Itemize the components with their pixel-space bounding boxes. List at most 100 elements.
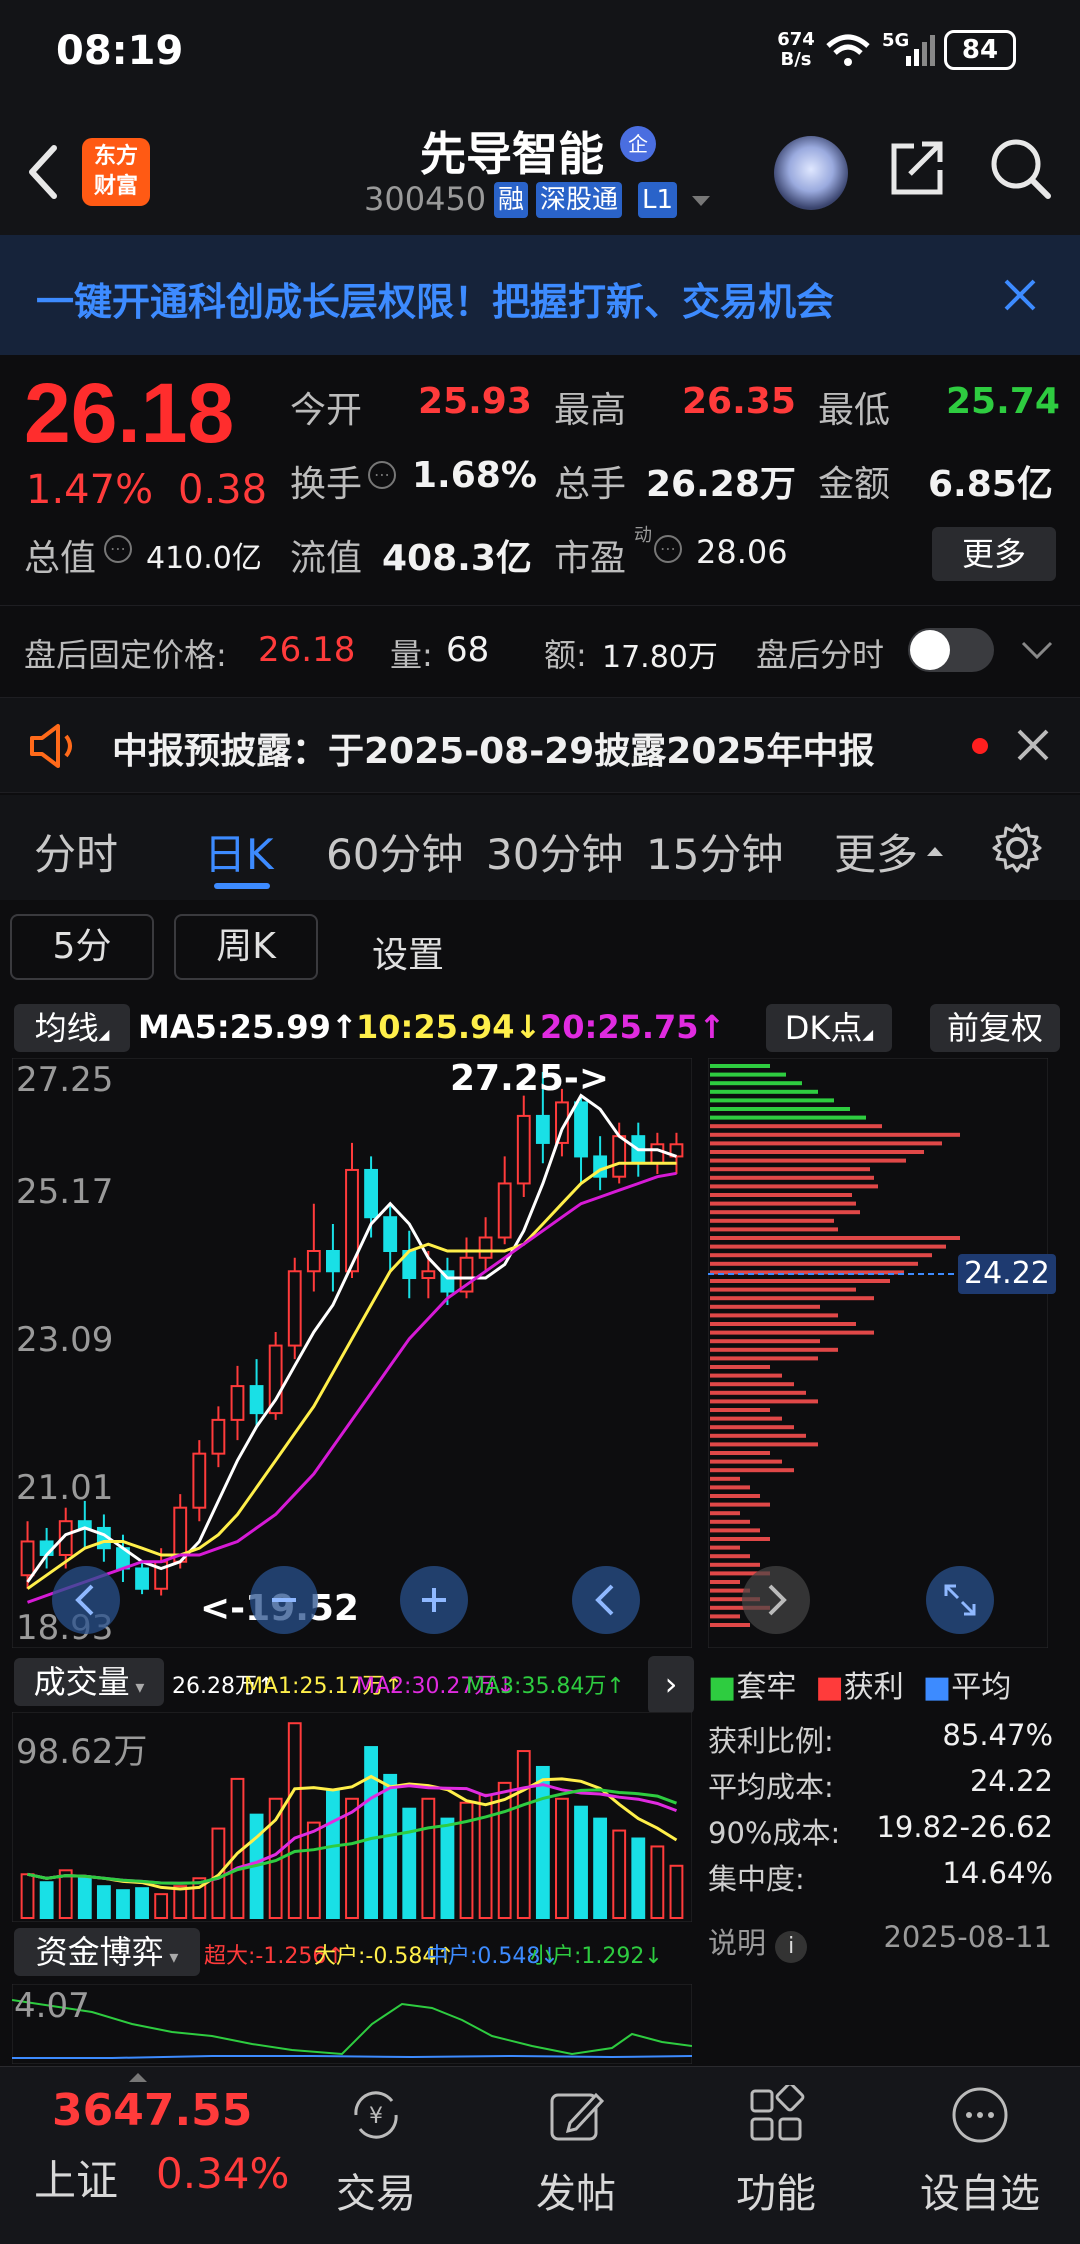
tab-15min[interactable]: 15分钟	[646, 821, 783, 882]
chip-bar	[710, 1494, 760, 1498]
tab-30min[interactable]: 30分钟	[486, 821, 623, 882]
ma5-value: MA5:25.99↑	[138, 1008, 358, 1046]
candle-body	[325, 1250, 340, 1273]
chip-note-link[interactable]: 说明 i	[708, 1920, 808, 1963]
volume-bar	[383, 1773, 398, 1920]
tab-more[interactable]: 更多	[834, 821, 918, 882]
max-price-label: 27.25->	[450, 1058, 609, 1099]
info-icon[interactable]: ⋯	[654, 535, 682, 563]
search-icon[interactable]	[986, 134, 1054, 202]
chart-zoom-in-button[interactable]	[400, 1566, 468, 1634]
chip-bar	[710, 1408, 770, 1412]
notice-bar[interactable]: 中报预披露：于2025-08-29披露2025年中报	[0, 697, 1080, 793]
logo-line2: 财富	[93, 174, 138, 199]
tab-60min[interactable]: 60分钟	[326, 821, 463, 882]
nav-functions[interactable]: 功能	[706, 2082, 846, 2219]
index-ticker[interactable]: 3647.55 上证 0.34%	[0, 2067, 289, 2244]
chip-bar	[710, 1554, 750, 1559]
candle-body	[135, 1567, 149, 1590]
expand-indicator-button[interactable]: ›	[648, 1656, 694, 1714]
close-icon[interactable]	[1002, 277, 1038, 313]
info-icon[interactable]: ⋯	[368, 461, 396, 489]
chip-bar	[710, 1296, 874, 1301]
back-arrow-icon[interactable]	[22, 142, 62, 202]
settings-link[interactable]: 设置	[372, 926, 444, 978]
close-icon[interactable]	[1016, 728, 1050, 762]
signal-icon	[906, 35, 935, 66]
nav-trade[interactable]: ¥ 交易	[306, 2085, 446, 2219]
candle-body	[478, 1236, 493, 1259]
robot-avatar[interactable]	[774, 136, 848, 210]
candle-body	[20, 1540, 35, 1577]
volume-bar	[364, 1746, 379, 1919]
profit-ratio-value: 85.47%	[942, 1718, 1053, 1752]
y-tick: 27.25	[16, 1060, 114, 1100]
k-line-chart[interactable]: 27.25 25.17 23.09 21.01 18.93 27.25-> <-…	[11, 1057, 693, 1649]
ma-selector[interactable]: 均线◢	[14, 1004, 130, 1052]
chip-bar	[710, 1416, 782, 1421]
dk-point-button[interactable]: DK点◢	[766, 1004, 892, 1052]
y-tick: 21.01	[16, 1468, 114, 1508]
net-speed: 674 B/s	[776, 30, 816, 70]
margin-tag: 融	[494, 182, 529, 218]
chip-bar	[710, 1347, 838, 1352]
fund-small: 小户:1.292↓	[530, 1944, 663, 1969]
stock-code: 300450	[364, 180, 487, 218]
share-icon[interactable]	[884, 136, 948, 200]
candle-body	[192, 1452, 207, 1509]
gear-icon[interactable]	[990, 821, 1044, 875]
concentration-label: 集中度:	[708, 1862, 805, 1896]
after-amt-label: 额:	[544, 636, 587, 674]
more-button[interactable]: 更多	[932, 527, 1056, 581]
ma-legend-row: 均线◢ MA5:25.99↑ 10:25.94↓ 20:25.75↑ DK点◢ …	[0, 1000, 1080, 1056]
fund-flow-chart[interactable]: 4.07	[11, 1983, 693, 2065]
concentration-row: 集中度: 14.64%	[708, 1856, 1053, 1902]
volume-chart[interactable]: 98.62万	[11, 1711, 693, 1923]
app-logo[interactable]: 东方 财富	[82, 138, 150, 206]
info-icon[interactable]: ⋯	[104, 535, 132, 563]
volume-bar	[135, 1887, 149, 1919]
chart-zoom-out-button[interactable]	[250, 1566, 318, 1634]
tab-intraday[interactable]: 分时	[34, 821, 118, 882]
chip-bar	[710, 1390, 806, 1395]
volume-bar	[154, 1893, 169, 1919]
chart-prev-button[interactable]	[572, 1566, 640, 1634]
net-speed-unit: B/s	[780, 49, 812, 70]
volume-bar	[173, 1885, 188, 1919]
chart-left-button[interactable]	[52, 1566, 120, 1634]
ma20-value: 20:25.75↑	[540, 1008, 726, 1046]
chip-bar	[710, 1545, 740, 1550]
index-change: 0.34%	[156, 2149, 290, 2198]
candle-body	[612, 1135, 627, 1178]
chip-next-button[interactable]	[742, 1566, 810, 1634]
five-min-button[interactable]: 5分	[10, 914, 154, 980]
nav-watchlist[interactable]: 设自选	[910, 2085, 1050, 2219]
adjust-button[interactable]: 前复权	[930, 1004, 1060, 1052]
high-value: 26.35	[682, 381, 796, 422]
svg-text:¥: ¥	[369, 2104, 383, 2129]
chip-bar	[710, 1115, 866, 1120]
fund-indicator-selector[interactable]: 资金博弈 ▾	[14, 1928, 200, 1976]
volume-bar	[669, 1864, 684, 1919]
tab-underline	[214, 883, 270, 889]
volume-bar	[555, 1797, 569, 1919]
after-hours-toggle[interactable]	[908, 628, 994, 672]
promo-banner[interactable]: 一键开通科创成长层权限！把握打新、交易机会	[0, 235, 1080, 355]
legend-average: 平均	[951, 1670, 1012, 1705]
chip-bar	[710, 1184, 878, 1189]
chevron-down-icon[interactable]	[1020, 640, 1054, 662]
turnover-label: 换手	[290, 464, 363, 505]
indicator-selector[interactable]: 成交量 ▾	[14, 1658, 164, 1706]
weekly-k-button[interactable]: 周K	[174, 914, 318, 980]
change-value: 0.38	[178, 467, 268, 513]
y-tick: 25.17	[16, 1172, 114, 1212]
fullscreen-button[interactable]	[926, 1566, 994, 1634]
volume-bar	[593, 1817, 608, 1919]
chip-bar	[710, 1502, 770, 1507]
chip-distribution[interactable]: 24.22	[707, 1057, 1056, 1649]
tab-daily-k[interactable]: 日K	[204, 821, 274, 882]
volume-bar	[20, 1873, 35, 1919]
caret-down-icon[interactable]	[690, 194, 712, 208]
chip-bar	[710, 1433, 806, 1438]
nav-post[interactable]: 发帖	[506, 2085, 646, 2219]
